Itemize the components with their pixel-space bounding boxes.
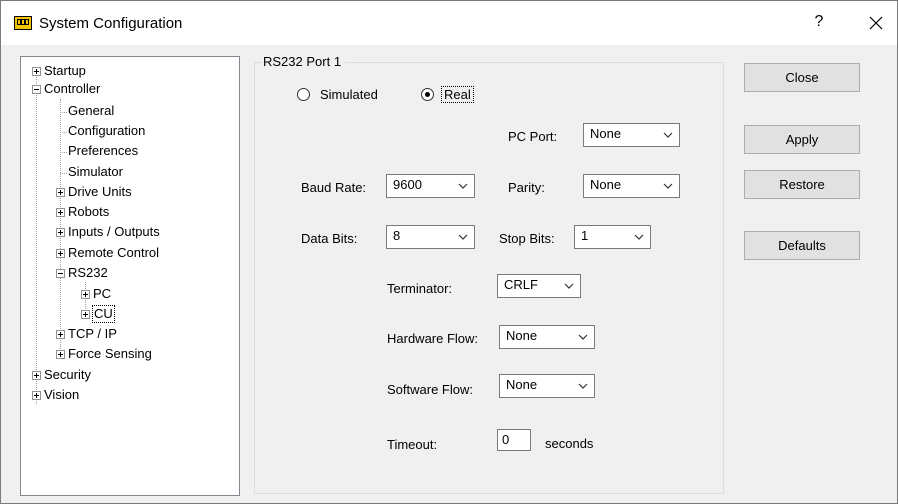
tree-item-label: Robots [68, 204, 110, 219]
hardware-flow-value: None [506, 328, 538, 343]
title-bar: System Configuration ? [1, 1, 897, 45]
tree-item-label: Remote Control [68, 245, 160, 260]
data-bits-select[interactable]: 8 [386, 225, 475, 249]
apply-button[interactable]: Apply [744, 125, 860, 154]
chevron-down-icon [578, 334, 588, 340]
tree-line [60, 173, 67, 174]
close-window-icon[interactable] [865, 12, 887, 34]
timeout-input[interactable]: 0 [497, 429, 531, 451]
baud-rate-label: Baud Rate: [301, 180, 367, 195]
software-flow-value: None [506, 377, 538, 392]
tree-item-label: CU [92, 305, 115, 323]
terminator-label: Terminator: [387, 281, 453, 296]
chevron-down-icon [663, 183, 673, 189]
collapse-icon[interactable] [32, 85, 41, 94]
baud-rate-select[interactable]: 9600 [386, 174, 475, 198]
data-bits-label: Data Bits: [301, 231, 358, 246]
chevron-down-icon [634, 234, 644, 240]
tree-item-label: Configuration [68, 123, 146, 138]
tree-item-label: Vision [44, 387, 80, 402]
tree-item-label: Startup [44, 63, 86, 78]
expand-icon[interactable] [32, 371, 41, 380]
software-flow-select[interactable]: None [499, 374, 595, 398]
expand-icon[interactable] [32, 391, 41, 400]
pc-port-value: None [590, 126, 622, 141]
tree-line [60, 112, 67, 113]
tree-line [60, 132, 67, 133]
expand-icon[interactable] [81, 310, 90, 319]
expand-icon[interactable] [56, 228, 65, 237]
stop-bits-select[interactable]: 1 [574, 225, 651, 249]
timeout-value: 0 [502, 432, 510, 447]
chevron-down-icon [578, 383, 588, 389]
stop-bits-label: Stop Bits: [499, 231, 555, 246]
tree-item-label: PC [93, 286, 112, 301]
tree-item-label: Security [44, 367, 91, 382]
tree-item-general[interactable]: General [68, 103, 114, 121]
tree-item-simulator[interactable]: Simulator [68, 164, 123, 182]
timeout-unit: seconds [545, 436, 594, 451]
chevron-down-icon [458, 183, 468, 189]
tree-item-configuration[interactable]: Configuration [68, 123, 145, 141]
settings-tree[interactable]: Startup Controller General Configuration… [20, 56, 240, 496]
baud-rate-value: 9600 [393, 177, 422, 192]
tree-item-label: Inputs / Outputs [68, 224, 160, 239]
window-title: System Configuration [39, 15, 183, 32]
tree-line [60, 152, 67, 153]
chevron-down-icon [458, 234, 468, 240]
real-label[interactable]: Real [441, 86, 474, 103]
tree-item-label: Simulator [68, 164, 123, 179]
close-button[interactable]: Close [744, 63, 860, 92]
timeout-label: Timeout: [387, 437, 438, 452]
hardware-flow-label: Hardware Flow: [387, 331, 479, 346]
system-configuration-window: System Configuration ? Startup Controlle… [0, 0, 898, 504]
tree-item-preferences[interactable]: Preferences [68, 143, 138, 161]
collapse-icon[interactable] [56, 269, 65, 278]
terminator-value: CRLF [504, 277, 538, 292]
groupbox-title: RS232 Port 1 [262, 54, 346, 69]
tree-line [60, 99, 61, 351]
expand-icon[interactable] [56, 350, 65, 359]
pc-port-select[interactable]: None [583, 123, 680, 147]
software-flow-label: Software Flow: [387, 382, 473, 397]
data-bits-value: 8 [393, 228, 401, 243]
parity-select[interactable]: None [583, 174, 680, 198]
tree-item-label: Preferences [68, 143, 139, 158]
expand-icon[interactable] [56, 249, 65, 258]
parity-value: None [590, 177, 622, 192]
chevron-down-icon [663, 132, 673, 138]
restore-button[interactable]: Restore [744, 170, 860, 199]
help-button[interactable]: ? [807, 13, 831, 31]
simulated-label[interactable]: Simulated [320, 87, 378, 102]
defaults-button[interactable]: Defaults [744, 231, 860, 260]
expand-icon[interactable] [56, 208, 65, 217]
tree-item-label: Controller [44, 81, 101, 96]
simulated-radio[interactable] [297, 88, 310, 101]
tree-item-label: General [68, 103, 115, 118]
expand-icon[interactable] [81, 290, 90, 299]
chevron-down-icon [564, 283, 574, 289]
tree-item-label: RS232 [68, 265, 108, 280]
tree-item-label: Force Sensing [68, 346, 152, 361]
pc-port-label: PC Port: [508, 129, 558, 144]
tree-item-label: Drive Units [68, 184, 132, 199]
expand-icon[interactable] [56, 188, 65, 197]
hardware-flow-select[interactable]: None [499, 325, 595, 349]
stop-bits-value: 1 [581, 228, 589, 243]
expand-icon[interactable] [56, 330, 65, 339]
tree-line [36, 74, 37, 404]
expand-icon[interactable] [32, 67, 41, 76]
real-radio[interactable] [421, 88, 434, 101]
terminator-select[interactable]: CRLF [497, 274, 581, 298]
parity-label: Parity: [508, 180, 545, 195]
app-icon [14, 16, 32, 30]
tree-item-label: TCP / IP [68, 326, 117, 341]
